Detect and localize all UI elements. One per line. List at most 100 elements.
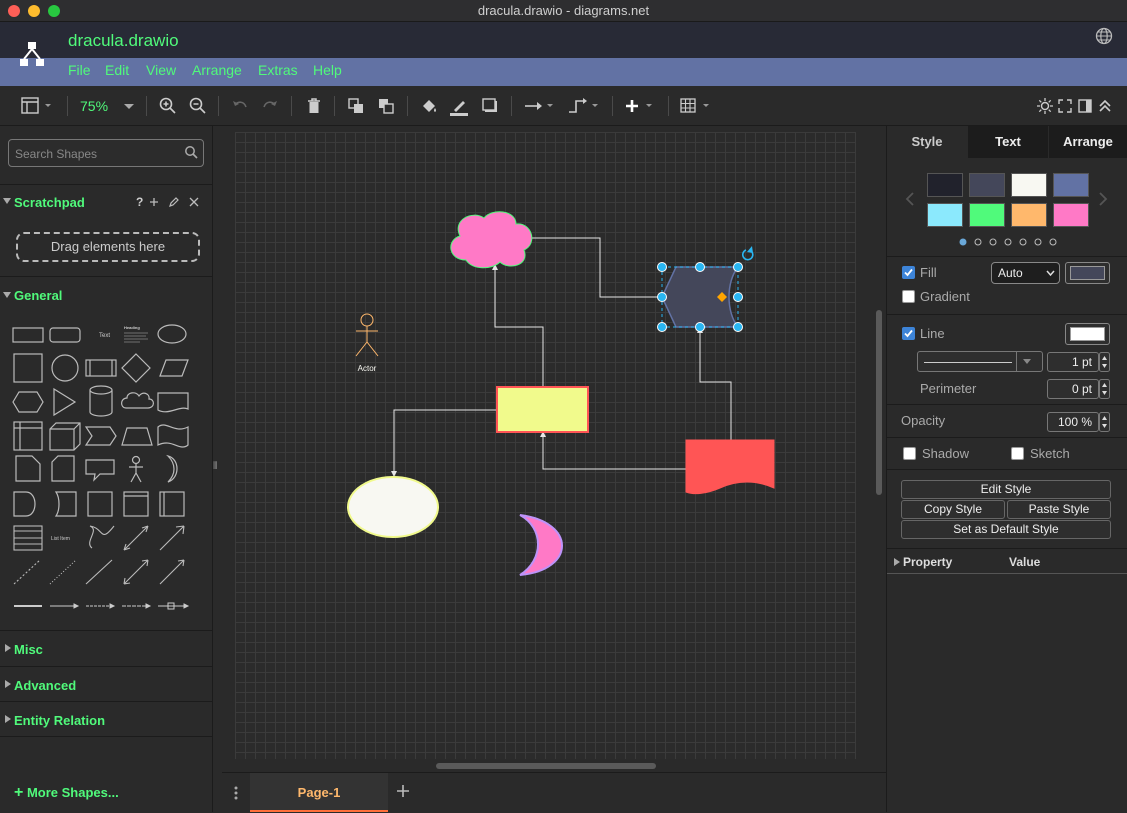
fill-color-button[interactable] <box>1065 262 1110 284</box>
to-back-icon[interactable] <box>376 96 396 116</box>
minimize-window-button[interactable] <box>28 5 40 17</box>
line-color-icon[interactable] <box>449 96 469 116</box>
more-shapes-button[interactable]: + More Shapes... <box>14 784 119 802</box>
add-page-icon[interactable] <box>396 784 410 798</box>
trash-icon[interactable] <box>304 96 324 116</box>
toolbar-divider <box>146 96 147 116</box>
tab-arrange[interactable]: Arrange <box>1049 126 1127 158</box>
section-entity-relation[interactable]: Entity Relation <box>0 701 212 735</box>
close-icon[interactable] <box>188 196 200 208</box>
fill-checkbox[interactable] <box>902 266 915 279</box>
shadow-checkbox[interactable] <box>903 447 916 460</box>
style-swatch[interactable] <box>927 203 963 227</box>
style-swatch[interactable] <box>1053 203 1089 227</box>
line-width-field[interactable]: 1 pt <box>1047 352 1099 372</box>
undo-icon[interactable] <box>230 96 250 116</box>
line-color-button[interactable] <box>1065 323 1110 345</box>
language-globe-icon[interactable] <box>1095 27 1113 45</box>
zoom-window-button[interactable] <box>48 5 60 17</box>
search-icon[interactable] <box>184 145 198 159</box>
menu-arrange[interactable]: Arrange <box>192 62 242 78</box>
cube-shape <box>49 422 81 451</box>
document-title[interactable]: dracula.drawio <box>68 31 179 51</box>
perimeter-field[interactable]: 0 pt <box>1047 379 1099 399</box>
pencil-icon[interactable] <box>168 196 180 208</box>
to-front-icon[interactable] <box>346 96 366 116</box>
horizontal-scrollbar[interactable] <box>436 763 656 769</box>
fill-mode-select[interactable]: Auto <box>991 262 1060 284</box>
waypoints-icon[interactable] <box>566 96 602 116</box>
line-pattern-select[interactable] <box>917 351 1043 372</box>
chevron-down-icon[interactable] <box>120 96 140 116</box>
dashed-line-shape <box>13 559 41 585</box>
tab-text[interactable]: Text <box>968 126 1048 158</box>
set-default-style-button[interactable]: Set as Default Style <box>901 520 1111 539</box>
cloud-shape <box>121 392 154 409</box>
edit-style-button[interactable]: Edit Style <box>901 480 1111 499</box>
list-item-shape: List Item <box>51 536 70 542</box>
style-swatch[interactable] <box>969 203 1005 227</box>
fill-mode-value: Auto <box>998 266 1023 280</box>
opacity-field[interactable]: 100 % <box>1047 412 1099 432</box>
gradient-checkbox[interactable] <box>902 290 915 303</box>
line-checkbox[interactable] <box>902 327 915 340</box>
section-scratchpad[interactable]: Scratchpad ? <box>0 184 212 218</box>
search-shapes-input[interactable]: Search Shapes <box>8 139 204 167</box>
close-window-button[interactable] <box>8 5 20 17</box>
format-panel-icon[interactable] <box>1075 96 1095 116</box>
scratchpad-help-button[interactable]: ? <box>136 195 143 209</box>
opacity-stepper[interactable] <box>1099 412 1110 432</box>
toolbar-divider <box>291 96 292 116</box>
style-swatch[interactable] <box>969 173 1005 197</box>
diagram[interactable]: Actor <box>235 132 856 759</box>
section-misc[interactable]: Misc <box>0 630 212 664</box>
style-swatch[interactable] <box>1053 173 1089 197</box>
line-width-stepper[interactable] <box>1099 352 1110 372</box>
connection-arrow-icon[interactable] <box>523 96 557 116</box>
sidebar-resize-handle[interactable]: ⦀ <box>213 462 219 472</box>
square-shape <box>13 353 43 383</box>
previous-swatches-icon[interactable] <box>904 191 916 207</box>
section-general[interactable]: General <box>0 276 212 310</box>
scratchpad-dropzone[interactable]: Drag elements here <box>16 232 200 262</box>
page-menu-icon[interactable] <box>230 784 242 802</box>
triangle-shape <box>53 387 77 417</box>
redo-icon[interactable] <box>260 96 280 116</box>
plus-icon[interactable] <box>148 196 160 208</box>
style-swatch[interactable] <box>927 173 963 197</box>
fill-color-icon[interactable] <box>419 96 439 116</box>
page-tab-page-1[interactable]: Page-1 <box>250 773 388 812</box>
tab-style[interactable]: Style <box>887 126 967 158</box>
shadow-icon[interactable] <box>480 96 500 116</box>
copy-style-button[interactable]: Copy Style <box>901 500 1005 519</box>
paste-style-button[interactable]: Paste Style <box>1007 500 1111 519</box>
menu-edit[interactable]: Edit <box>105 62 129 78</box>
zoom-level[interactable]: 75% <box>80 98 108 114</box>
pink-cloud-shape <box>450 211 533 269</box>
theme-sun-icon[interactable] <box>1035 96 1055 116</box>
rectangle-shape <box>12 327 44 343</box>
plus-icon: + <box>14 784 24 801</box>
sketch-checkbox[interactable] <box>1011 447 1024 460</box>
collapse-up-icon[interactable] <box>1095 96 1115 116</box>
view-panels-icon[interactable] <box>20 96 56 116</box>
next-swatches-icon[interactable] <box>1097 191 1109 207</box>
menu-view[interactable]: View <box>146 62 176 78</box>
zoom-out-icon[interactable] <box>188 96 208 116</box>
section-advanced[interactable]: Advanced <box>0 666 212 700</box>
swatch-page-dots[interactable] <box>958 237 1058 247</box>
style-swatch[interactable] <box>1011 173 1047 197</box>
insert-plus-icon[interactable] <box>622 96 658 116</box>
vertical-scrollbar[interactable] <box>876 310 882 495</box>
menu-file[interactable]: File <box>68 62 91 78</box>
chevron-down-icon <box>1023 359 1031 364</box>
property-table-header[interactable]: Property Value <box>887 552 1127 574</box>
general-shape-palette[interactable]: Text Heading List Item <box>8 316 204 616</box>
table-icon[interactable] <box>678 96 714 116</box>
menu-extras[interactable]: Extras <box>258 62 298 78</box>
menu-help[interactable]: Help <box>313 62 342 78</box>
zoom-in-icon[interactable] <box>158 96 178 116</box>
style-swatch[interactable] <box>1011 203 1047 227</box>
perimeter-stepper[interactable] <box>1099 379 1110 399</box>
fullscreen-icon[interactable] <box>1055 96 1075 116</box>
